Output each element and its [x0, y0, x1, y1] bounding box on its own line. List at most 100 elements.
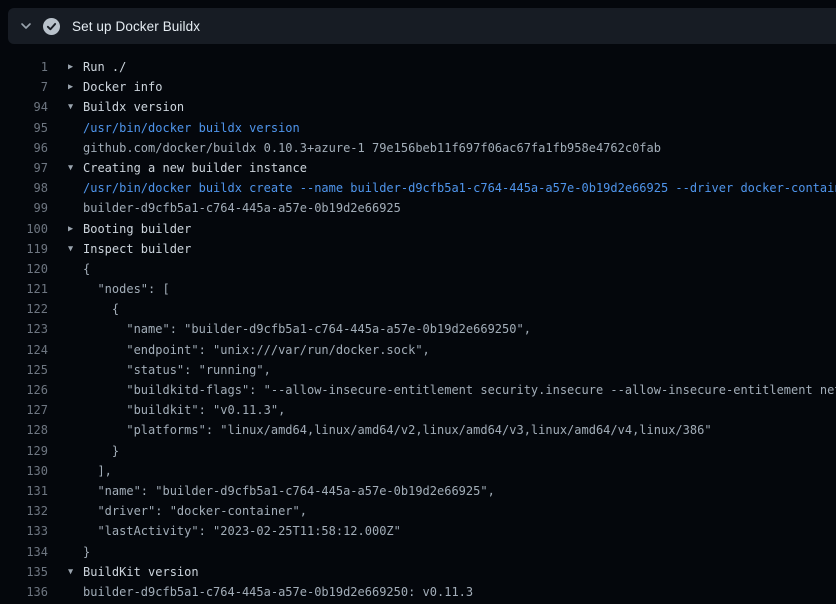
group-title[interactable]: Inspect builder	[83, 239, 836, 259]
output-text: }	[83, 441, 836, 461]
group-title[interactable]: Booting builder	[83, 219, 836, 239]
collapse-arrow-icon[interactable]: ▼	[68, 158, 83, 178]
line-number[interactable]: 95	[0, 118, 48, 138]
log-line: 129 }	[0, 441, 836, 461]
check-circle-icon	[43, 18, 60, 35]
collapse-arrow-icon[interactable]: ▼	[68, 562, 83, 582]
log-line[interactable]: 94 ▼Buildx version	[0, 97, 836, 117]
line-number[interactable]: 124	[0, 340, 48, 360]
group-title[interactable]: BuildKit version	[83, 562, 836, 582]
line-number[interactable]: 98	[0, 178, 48, 198]
toggle-spacer	[68, 461, 83, 481]
command-text: /usr/bin/docker buildx create --name bui…	[83, 178, 836, 198]
line-number[interactable]: 97	[0, 158, 48, 178]
output-text: "name": "builder-d9cfb5a1-c764-445a-a57e…	[83, 481, 836, 501]
line-number[interactable]: 133	[0, 521, 48, 541]
group-title[interactable]: Docker info	[83, 77, 836, 97]
output-text: {	[83, 259, 836, 279]
toggle-spacer	[68, 299, 83, 319]
log-line: 121 "nodes": [	[0, 279, 836, 299]
line-number[interactable]: 122	[0, 299, 48, 319]
toggle-spacer	[68, 400, 83, 420]
log-line: 136builder-d9cfb5a1-c764-445a-a57e-0b19d…	[0, 582, 836, 602]
toggle-spacer	[68, 340, 83, 360]
chevron-down-icon[interactable]	[19, 19, 33, 33]
toggle-spacer	[68, 118, 83, 138]
log-line: 125 "status": "running",	[0, 360, 836, 380]
line-number[interactable]: 130	[0, 461, 48, 481]
log-line[interactable]: 1 ▶Run ./	[0, 57, 836, 77]
command-text: /usr/bin/docker buildx version	[83, 118, 836, 138]
toggle-spacer	[68, 279, 83, 299]
line-number[interactable]: 127	[0, 400, 48, 420]
log-line: 120 {	[0, 259, 836, 279]
output-text: {	[83, 299, 836, 319]
log-line: 127 "buildkit": "v0.11.3",	[0, 400, 836, 420]
log-line: 98/usr/bin/docker buildx create --name b…	[0, 178, 836, 198]
line-number[interactable]: 94	[0, 97, 48, 117]
toggle-spacer	[68, 501, 83, 521]
log-line[interactable]: 119 ▼Inspect builder	[0, 239, 836, 259]
expand-arrow-icon[interactable]: ▶	[68, 57, 83, 77]
toggle-spacer	[68, 420, 83, 440]
line-number[interactable]: 119	[0, 239, 48, 259]
group-title[interactable]: Run ./	[83, 57, 836, 77]
output-text: "nodes": [	[83, 279, 836, 299]
toggle-spacer	[68, 441, 83, 461]
log-line: 132 "driver": "docker-container",	[0, 501, 836, 521]
line-number[interactable]: 100	[0, 219, 48, 239]
group-title[interactable]: Creating a new builder instance	[83, 158, 836, 178]
log-line: 133 "lastActivity": "2023-02-25T11:58:12…	[0, 521, 836, 541]
toggle-spacer	[68, 481, 83, 501]
line-number[interactable]: 7	[0, 77, 48, 97]
output-text: "lastActivity": "2023-02-25T11:58:12.000…	[83, 521, 836, 541]
output-text: ],	[83, 461, 836, 481]
expand-arrow-icon[interactable]: ▶	[68, 77, 83, 97]
expand-arrow-icon[interactable]: ▶	[68, 219, 83, 239]
collapse-arrow-icon[interactable]: ▼	[68, 97, 83, 117]
output-text: "buildkit": "v0.11.3",	[83, 400, 836, 420]
line-number[interactable]: 132	[0, 501, 48, 521]
line-number[interactable]: 123	[0, 319, 48, 339]
toggle-spacer	[68, 380, 83, 400]
log-line: 99builder-d9cfb5a1-c764-445a-a57e-0b19d2…	[0, 198, 836, 218]
output-text: "buildkitd-flags": "--allow-insecure-ent…	[83, 380, 836, 400]
step-title: Set up Docker Buildx	[72, 19, 200, 34]
line-number[interactable]: 120	[0, 259, 48, 279]
log-line: 130 ],	[0, 461, 836, 481]
line-number[interactable]: 125	[0, 360, 48, 380]
log-line: 124 "endpoint": "unix:///var/run/docker.…	[0, 340, 836, 360]
log-line: 96 github.com/docker/buildx 0.10.3+azure-…	[0, 138, 836, 158]
toggle-spacer	[68, 582, 83, 602]
log-line: 95/usr/bin/docker buildx version	[0, 118, 836, 138]
log-line[interactable]: 135 ▼BuildKit version	[0, 562, 836, 582]
group-title[interactable]: Buildx version	[83, 97, 836, 117]
log-line[interactable]: 7 ▶Docker info	[0, 77, 836, 97]
line-number[interactable]: 1	[0, 57, 48, 77]
line-number[interactable]: 121	[0, 279, 48, 299]
line-number[interactable]: 134	[0, 542, 48, 562]
log-line: 131 "name": "builder-d9cfb5a1-c764-445a-…	[0, 481, 836, 501]
line-number[interactable]: 128	[0, 420, 48, 440]
log-line: 126 "buildkitd-flags": "--allow-insecure…	[0, 380, 836, 400]
collapse-arrow-icon[interactable]: ▼	[68, 239, 83, 259]
log-line: 128 "platforms": "linux/amd64,linux/amd6…	[0, 420, 836, 440]
output-text: "platforms": "linux/amd64,linux/amd64/v2…	[83, 420, 836, 440]
toggle-spacer	[68, 542, 83, 562]
line-number[interactable]: 131	[0, 481, 48, 501]
line-number[interactable]: 99	[0, 198, 48, 218]
step-header[interactable]: Set up Docker Buildx	[8, 8, 836, 44]
line-number[interactable]: 136	[0, 582, 48, 602]
output-text: }	[83, 542, 836, 562]
log-line: 122 {	[0, 299, 836, 319]
log-line[interactable]: 100 ▶Booting builder	[0, 219, 836, 239]
output-text: github.com/docker/buildx 0.10.3+azure-1 …	[83, 138, 836, 158]
line-number[interactable]: 135	[0, 562, 48, 582]
output-text: "endpoint": "unix:///var/run/docker.sock…	[83, 340, 836, 360]
line-number[interactable]: 129	[0, 441, 48, 461]
toggle-spacer	[68, 138, 83, 158]
log-line: 123 "name": "builder-d9cfb5a1-c764-445a-…	[0, 319, 836, 339]
line-number[interactable]: 96	[0, 138, 48, 158]
log-line[interactable]: 97 ▼Creating a new builder instance	[0, 158, 836, 178]
line-number[interactable]: 126	[0, 380, 48, 400]
